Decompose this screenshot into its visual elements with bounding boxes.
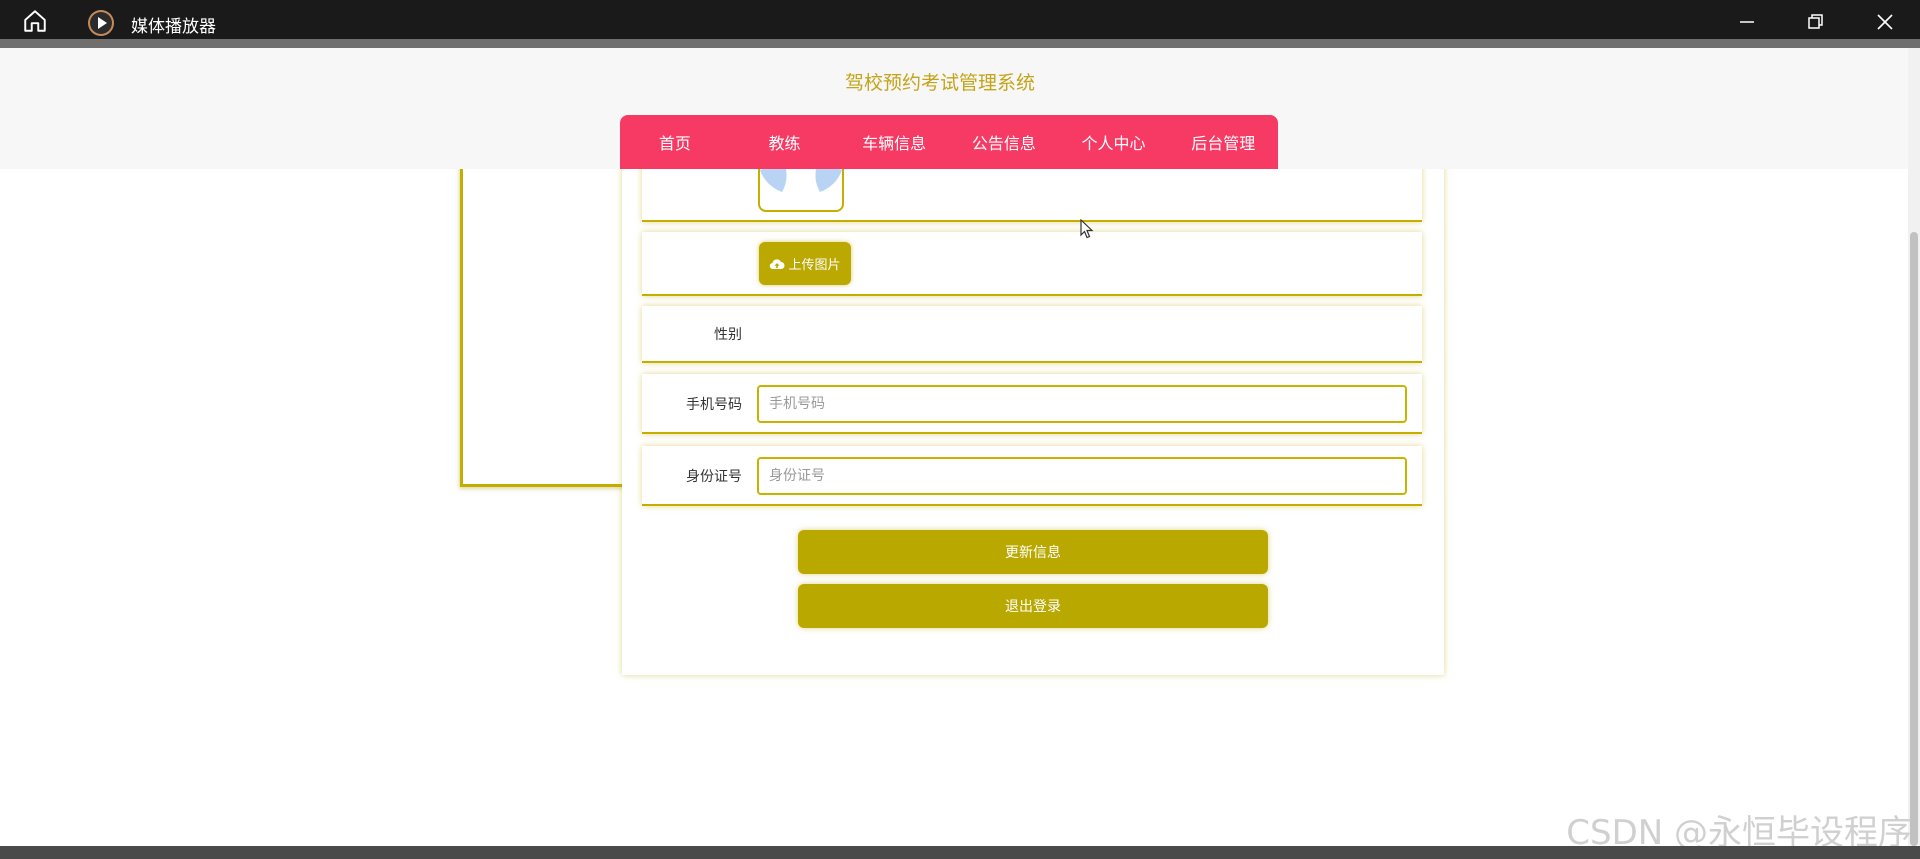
nav-item-admin[interactable]: 后台管理 bbox=[1168, 115, 1278, 169]
phone-input[interactable] bbox=[757, 385, 1407, 423]
window-frame-shade bbox=[0, 39, 1920, 48]
home-icon[interactable] bbox=[22, 8, 48, 34]
restore-icon[interactable] bbox=[1803, 10, 1827, 34]
cloud-upload-icon bbox=[770, 258, 785, 269]
main-nav: 首页 教练 车辆信息 公告信息 个人中心 后台管理 bbox=[620, 115, 1278, 169]
nav-item-coach[interactable]: 教练 bbox=[730, 115, 840, 169]
close-icon[interactable] bbox=[1873, 10, 1897, 34]
window-title-bar: 媒体播放器 bbox=[0, 0, 1920, 39]
media-player-icon bbox=[88, 10, 114, 36]
sidebar-frame bbox=[460, 160, 647, 487]
window-bottom-bar bbox=[0, 846, 1920, 859]
update-info-button[interactable]: 更新信息 bbox=[798, 530, 1268, 574]
nav-item-profile[interactable]: 个人中心 bbox=[1059, 115, 1169, 169]
window-title: 媒体播放器 bbox=[131, 17, 216, 37]
nav-item-notice[interactable]: 公告信息 bbox=[949, 115, 1059, 169]
scrollbar-thumb[interactable] bbox=[1910, 232, 1918, 846]
logout-button[interactable]: 退出登录 bbox=[798, 584, 1268, 628]
gender-label: 性别 bbox=[714, 327, 742, 343]
gender-row: 性别 bbox=[642, 306, 1422, 363]
minimize-icon[interactable] bbox=[1735, 10, 1759, 34]
id-card-row: 身份证号 bbox=[642, 446, 1422, 506]
phone-label: 手机号码 bbox=[686, 397, 742, 413]
id-card-label: 身份证号 bbox=[686, 469, 742, 485]
avatar-row bbox=[642, 150, 1422, 222]
nav-item-home[interactable]: 首页 bbox=[620, 115, 730, 169]
site-title: 驾校预约考试管理系统 bbox=[844, 72, 1035, 94]
upload-button-label: 上传图片 bbox=[788, 258, 841, 273]
upload-image-button[interactable]: 上传图片 bbox=[759, 242, 851, 285]
phone-row: 手机号码 bbox=[642, 374, 1422, 434]
id-card-input[interactable] bbox=[757, 457, 1407, 495]
profile-card: 上传图片 性别 手机号码 身份证号 更新信息 退出登录 bbox=[622, 150, 1444, 675]
upload-row: 上传图片 bbox=[642, 232, 1422, 296]
mouse-cursor-icon bbox=[1080, 219, 1094, 239]
nav-item-vehicle[interactable]: 车辆信息 bbox=[839, 115, 949, 169]
